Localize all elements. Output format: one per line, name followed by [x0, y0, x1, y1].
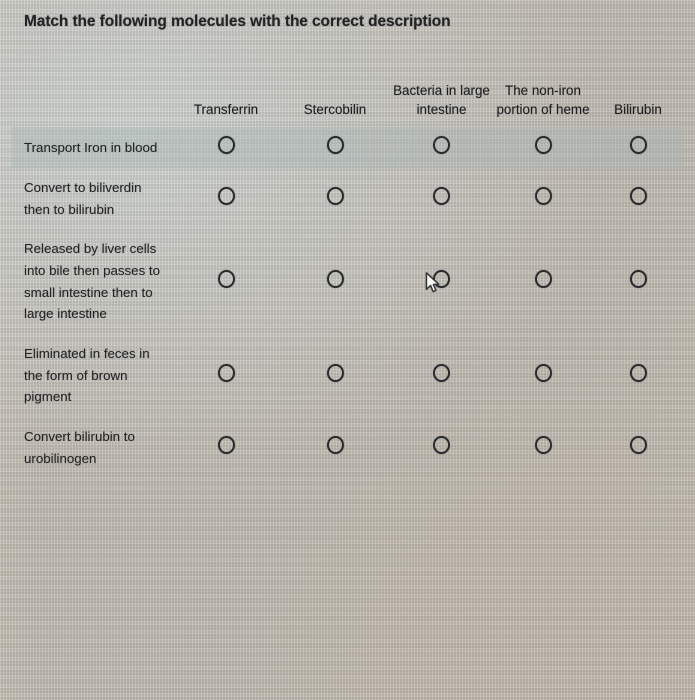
row-label-convert-to-biliverdin: Convert to biliverdin then to bilirubin — [24, 180, 142, 217]
cell-transport-iron-in-blood-bacteria-in-large-intestine[interactable] — [390, 127, 493, 168]
radio-eliminated-in-feces-bacteria-in-large-intestine[interactable] — [433, 364, 450, 383]
radio-convert-bilirubin-to-urobilinogen-bacteria-in-large-intestine[interactable] — [433, 436, 450, 455]
radio-convert-bilirubin-to-urobilinogen-transferrin[interactable] — [217, 436, 235, 455]
radio-convert-to-biliverdin-bilirubin[interactable] — [629, 187, 647, 206]
radio-transport-iron-in-blood-non-iron-portion-of-heme[interactable] — [534, 136, 552, 154]
page-title: Match the following molecules with the c… — [24, 13, 451, 30]
cell-transport-iron-in-blood-transferrin[interactable] — [172, 127, 280, 168]
radio-convert-bilirubin-to-urobilinogen-non-iron-portion-of-heme[interactable] — [534, 436, 552, 455]
radio-transport-iron-in-blood-bacteria-in-large-intestine[interactable] — [433, 136, 450, 154]
row-label-convert-bilirubin-to-urobilinogen: Convert bilirubin to urobilinogen — [24, 429, 135, 466]
radio-transport-iron-in-blood-bilirubin[interactable] — [629, 136, 647, 154]
question-content: Match the following molecules with the c… — [0, 0, 695, 700]
cell-released-by-liver-cells-bilirubin[interactable] — [593, 229, 683, 334]
column-header-stercobilin: Stercobilin — [303, 102, 367, 118]
cell-convert-to-biliverdin-bilirubin[interactable] — [593, 168, 683, 229]
cell-convert-to-biliverdin-bacteria-in-large-intestine[interactable] — [390, 168, 493, 229]
cell-convert-to-biliverdin-non-iron-portion-of-heme[interactable] — [493, 168, 593, 229]
cell-convert-bilirubin-to-urobilinogen-bacteria-in-large-intestine[interactable] — [390, 417, 493, 478]
cell-convert-bilirubin-to-urobilinogen-stercobilin[interactable] — [280, 417, 390, 478]
matrix-corner-cell — [12, 48, 172, 127]
column-header-bacteria-in-large-intestine: Bacteria in large intestine — [393, 82, 490, 118]
radio-convert-bilirubin-to-urobilinogen-stercobilin[interactable] — [326, 436, 344, 455]
radio-transport-iron-in-blood-stercobilin[interactable] — [326, 136, 344, 154]
matrix-row: Eliminated in feces in the form of brown… — [12, 334, 683, 417]
cell-convert-bilirubin-to-urobilinogen-bilirubin[interactable] — [593, 417, 683, 478]
radio-released-by-liver-cells-transferrin[interactable] — [217, 270, 235, 289]
radio-released-by-liver-cells-bilirubin[interactable] — [629, 270, 647, 289]
row-label-transport-iron-in-blood: Transport Iron in blood — [12, 127, 172, 168]
radio-eliminated-in-feces-bilirubin[interactable] — [629, 364, 647, 383]
radio-released-by-liver-cells-bacteria-in-large-intestine[interactable] — [433, 270, 450, 289]
cell-transport-iron-in-blood-bilirubin[interactable] — [593, 127, 683, 168]
row-label-eliminated-in-feces: Eliminated in feces in the form of brown… — [24, 346, 150, 405]
column-header-non-iron-portion-of-heme: The non-iron portion of heme — [496, 82, 590, 118]
radio-convert-bilirubin-to-urobilinogen-bilirubin[interactable] — [629, 436, 647, 455]
cell-convert-bilirubin-to-urobilinogen-transferrin[interactable] — [172, 417, 280, 478]
cell-transport-iron-in-blood-non-iron-portion-of-heme[interactable] — [493, 127, 593, 168]
cell-released-by-liver-cells-bacteria-in-large-intestine[interactable] — [390, 229, 493, 334]
matrix-row: Transport Iron in blood — [12, 127, 683, 168]
radio-released-by-liver-cells-non-iron-portion-of-heme[interactable] — [534, 270, 552, 289]
cell-eliminated-in-feces-bilirubin[interactable] — [593, 334, 683, 417]
radio-eliminated-in-feces-transferrin[interactable] — [217, 364, 235, 383]
cell-released-by-liver-cells-stercobilin[interactable] — [280, 229, 390, 334]
radio-convert-to-biliverdin-bacteria-in-large-intestine[interactable] — [433, 187, 450, 206]
cell-eliminated-in-feces-transferrin[interactable] — [172, 334, 280, 417]
screen-photo: Match the following molecules with the c… — [0, 0, 695, 700]
radio-transport-iron-in-blood-transferrin[interactable] — [217, 136, 235, 154]
cell-convert-to-biliverdin-stercobilin[interactable] — [280, 168, 390, 229]
cell-transport-iron-in-blood-stercobilin[interactable] — [280, 127, 390, 168]
cell-eliminated-in-feces-stercobilin[interactable] — [280, 334, 390, 417]
cell-released-by-liver-cells-transferrin[interactable] — [172, 229, 280, 334]
row-label-released-by-liver-cells: Released by liver cells into bile then p… — [24, 241, 161, 322]
matrix-table: Transferrin Stercobilin Bacteria in larg… — [12, 48, 683, 478]
column-header-transferrin: Transferrin — [193, 102, 259, 118]
radio-eliminated-in-feces-non-iron-portion-of-heme[interactable] — [534, 364, 552, 383]
column-header-bilirubin: Bilirubin — [614, 102, 662, 118]
cell-convert-bilirubin-to-urobilinogen-non-iron-portion-of-heme[interactable] — [493, 417, 593, 478]
matrix-body: Transport Iron in blood Convert to bilive… — [12, 127, 683, 478]
cell-released-by-liver-cells-non-iron-portion-of-heme[interactable] — [493, 229, 593, 334]
cell-convert-to-biliverdin-transferrin[interactable] — [172, 168, 280, 229]
radio-eliminated-in-feces-stercobilin[interactable] — [326, 364, 344, 383]
radio-convert-to-biliverdin-non-iron-portion-of-heme[interactable] — [534, 187, 552, 206]
cell-eliminated-in-feces-non-iron-portion-of-heme[interactable] — [493, 334, 593, 417]
radio-released-by-liver-cells-stercobilin[interactable] — [326, 270, 344, 289]
matrix-header-row: Transferrin Stercobilin Bacteria in larg… — [12, 48, 683, 127]
radio-convert-to-biliverdin-stercobilin[interactable] — [326, 187, 344, 206]
matrix-row: Released by liver cells into bile then p… — [12, 229, 683, 334]
matching-matrix: Transferrin Stercobilin Bacteria in larg… — [12, 48, 683, 478]
cell-eliminated-in-feces-bacteria-in-large-intestine[interactable] — [390, 334, 493, 417]
radio-convert-to-biliverdin-transferrin[interactable] — [217, 187, 235, 206]
matrix-row: Convert to biliverdin then to bilirubin — [12, 168, 683, 229]
matrix-row: Convert bilirubin to urobilinogen — [12, 417, 683, 478]
